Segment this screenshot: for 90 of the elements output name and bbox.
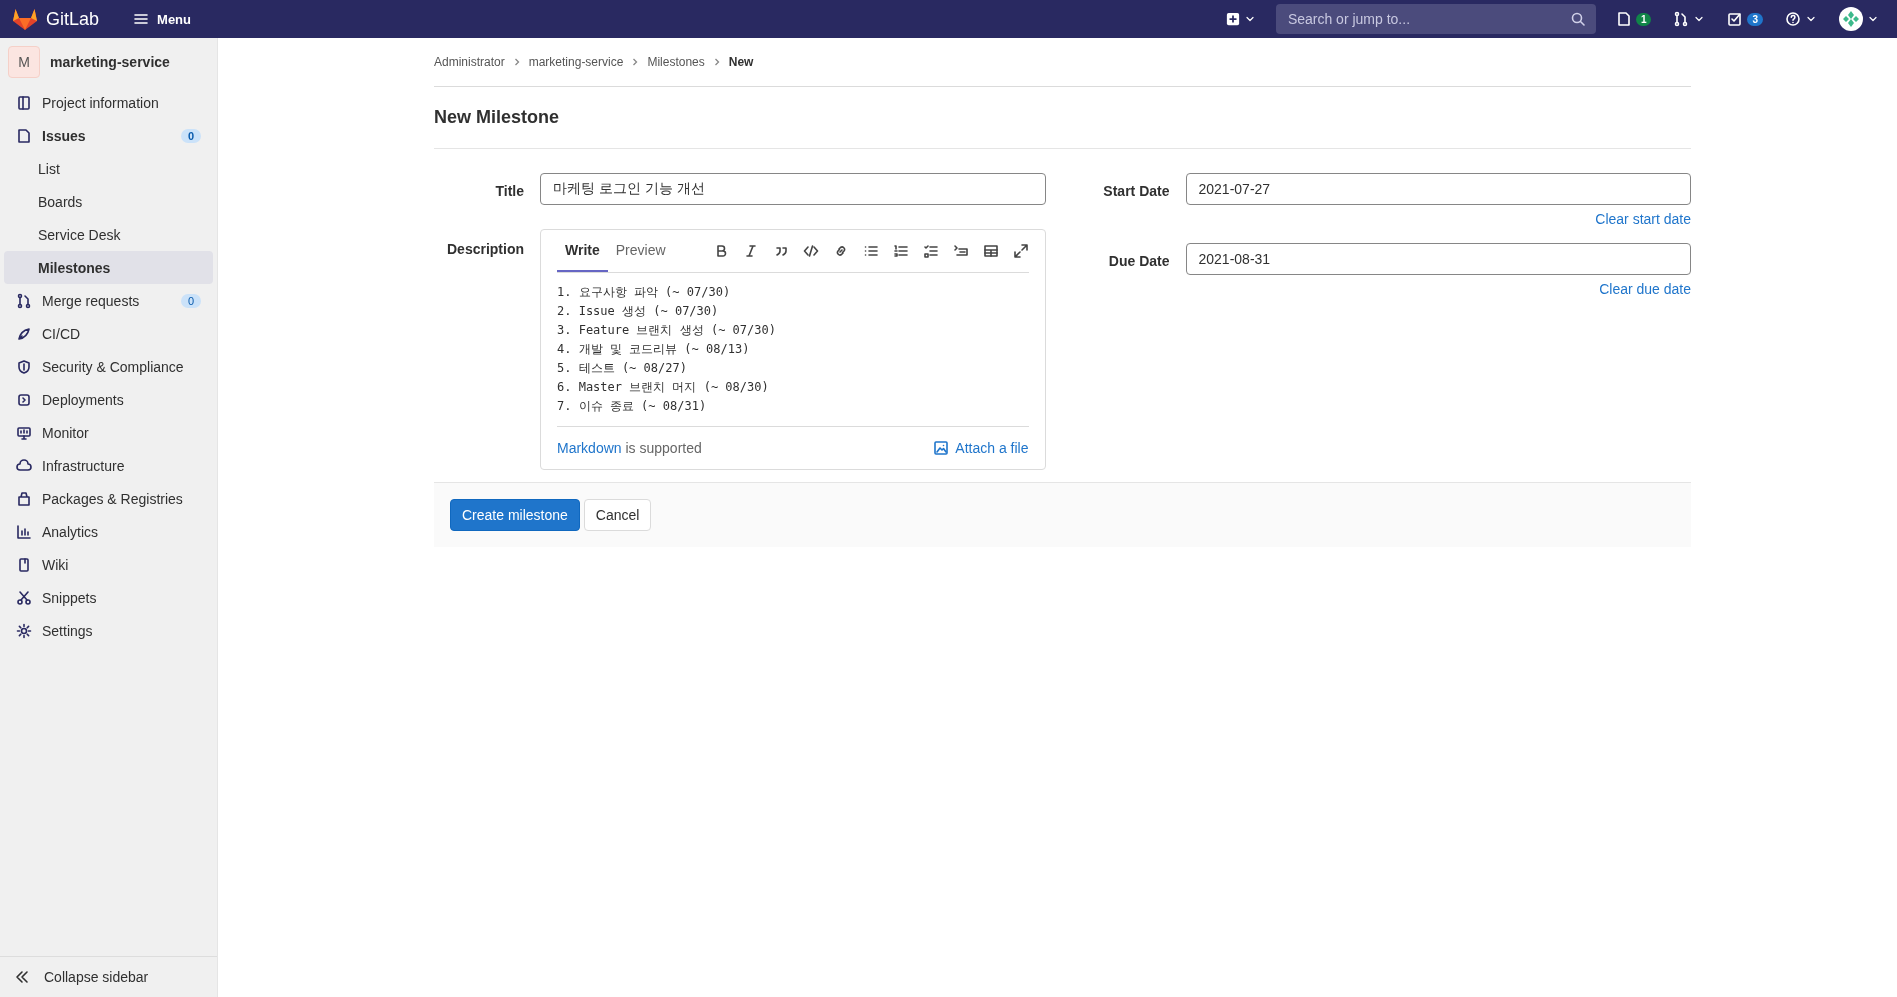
chevron-icon	[712, 58, 721, 66]
search-bar[interactable]: Search or jump to...	[1275, 4, 1596, 34]
bulleted-list-icon	[862, 243, 879, 259]
field-label: Due Date	[1107, 252, 1171, 271]
breadcrumb-link[interactable]: Administrator	[434, 55, 505, 69]
code-icon	[802, 243, 819, 259]
book-icon	[16, 556, 32, 573]
brand-name[interactable]: GitLab	[46, 8, 100, 30]
sidebar-item[interactable]: Project information	[4, 86, 213, 119]
sidebar-item[interactable]: Infrastructure	[4, 449, 213, 482]
image-icon	[933, 440, 950, 456]
attach-file-button[interactable]: Attach a file	[933, 440, 1029, 456]
cloud-icon	[16, 457, 32, 474]
bulleted-list-button[interactable]	[862, 243, 879, 259]
numbered-list-button[interactable]	[892, 243, 909, 259]
issue-icon	[1615, 11, 1632, 27]
double-chevron-left-icon	[14, 969, 30, 985]
clear-date-link[interactable]: Clear due date	[1599, 281, 1691, 297]
chart-icon	[16, 523, 32, 540]
checklist-icon	[922, 243, 939, 259]
todos-button[interactable]: 3	[1725, 9, 1765, 29]
date-input[interactable]: 2021-08-31	[1185, 243, 1691, 275]
sidebar-subitem[interactable]: Boards	[4, 185, 213, 218]
project-name[interactable]: marketing-service	[50, 54, 170, 70]
date-input[interactable]: 2021-07-27	[1185, 173, 1691, 205]
settings-icon	[16, 622, 32, 639]
search-icon	[1569, 11, 1586, 27]
markdown-hint: Markdown is supported	[557, 440, 702, 456]
scissors-icon	[16, 589, 32, 606]
merge-request-icon	[1673, 11, 1690, 27]
sidebar-item[interactable]: Wiki	[4, 548, 213, 581]
monitor-icon	[16, 424, 32, 441]
field-label: Start Date	[1102, 182, 1171, 201]
plus-square-icon	[1225, 12, 1240, 26]
fox-logo-icon	[12, 7, 38, 31]
count-badge: 0	[180, 293, 201, 308]
fullscreen-icon	[1012, 243, 1029, 259]
book-icon	[16, 94, 32, 111]
indent-icon	[952, 243, 969, 259]
editor-tab[interactable]: Write	[557, 230, 608, 272]
deployments-icon	[16, 391, 32, 408]
sidebar-item[interactable]: Security & Compliance	[4, 350, 213, 383]
sidebar-item[interactable]: Settings	[4, 614, 213, 647]
menu-button[interactable]: Menu	[127, 10, 197, 28]
checklist-button[interactable]	[922, 243, 939, 259]
page-title: New Milestone	[434, 87, 1691, 149]
chevron-icon	[631, 58, 640, 66]
create-milestone-button[interactable]: Create milestone	[450, 499, 580, 531]
breadcrumb-link[interactable]: New	[728, 55, 754, 69]
count-badge: 0	[180, 128, 201, 143]
issues-button[interactable]: 1	[1613, 9, 1654, 29]
code-button[interactable]	[802, 243, 819, 259]
numbered-list-icon	[892, 243, 909, 259]
sidebar-item[interactable]: Deployments	[4, 383, 213, 416]
sidebar-item[interactable]: Monitor	[4, 416, 213, 449]
search-field[interactable]: Search or jump to...	[1285, 10, 1570, 28]
field-label: Title	[494, 182, 525, 201]
sidebar-item[interactable]: Packages & Registries	[4, 482, 213, 515]
fullscreen-button[interactable]	[1012, 243, 1029, 259]
clear-date-link[interactable]: Clear start date	[1595, 211, 1691, 227]
issue-icon	[16, 127, 32, 144]
sidebar-item[interactable]: Analytics	[4, 515, 213, 548]
sidebar-item[interactable]: Issues 0	[4, 119, 213, 152]
breadcrumb-link[interactable]: marketing-service	[528, 55, 624, 69]
help-icon	[1785, 11, 1801, 27]
table-icon	[982, 243, 999, 259]
count-badge: 3	[1747, 12, 1763, 26]
checkbox-icon	[1727, 11, 1744, 27]
sidebar-item[interactable]: CI/CD	[4, 317, 213, 350]
count-badge: 1	[1635, 12, 1652, 26]
merge-request-icon	[16, 292, 32, 309]
sidebar-item[interactable]: Merge requests 0	[4, 284, 213, 317]
field-label: Description	[446, 240, 525, 259]
description-textarea[interactable]: 1. 요구사항 파악 (~ 07/30) 2. Issue 생성 (~ 07/30) 3. Feature 브랜치 생성 (~ 07/30) 4. 개발 및 코드리뷰 (~ 08/13) 5. 테스트 (~ 08/27) 6. Master 브랜치 머지 (~ 08/30) 7. 이슈 종료 (~ 08/31)	[557, 273, 1029, 427]
project-avatar: M	[8, 46, 40, 78]
menu-icon	[133, 11, 150, 27]
cancel-button[interactable]: Cancel	[583, 499, 652, 531]
table-button[interactable]	[982, 243, 999, 259]
indent-button[interactable]	[952, 243, 969, 259]
sidebar-item[interactable]: Snippets	[4, 581, 213, 614]
avatar-icon	[1839, 7, 1863, 31]
chevron-icon	[512, 58, 521, 66]
breadcrumb-link[interactable]: Milestones	[647, 55, 705, 69]
sidebar-subitem[interactable]: Service Desk	[4, 218, 213, 251]
editor-tab[interactable]: Preview	[607, 230, 674, 272]
sidebar-subitem[interactable]: Milestones	[4, 251, 213, 284]
shield-icon	[16, 358, 32, 375]
markdown-link[interactable]: Markdown	[557, 440, 622, 456]
title-input[interactable]: 마케팅 로그인 기능 개선	[540, 173, 1046, 205]
sidebar-subitem[interactable]: List	[4, 152, 213, 185]
